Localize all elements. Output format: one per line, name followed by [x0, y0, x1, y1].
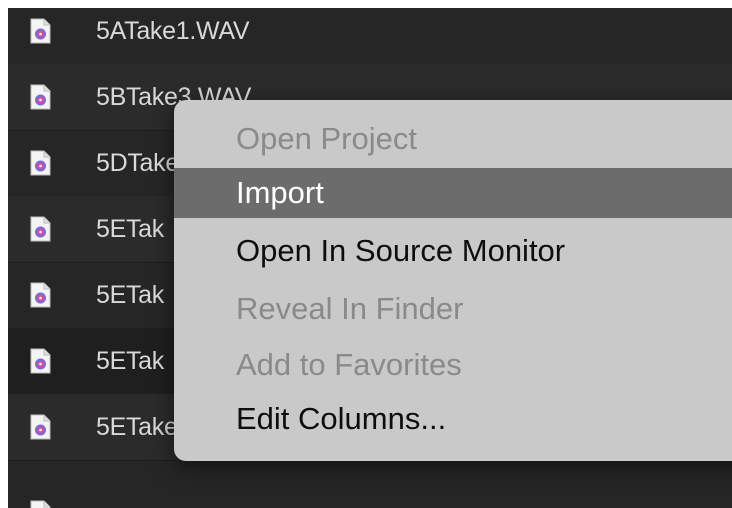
list-item[interactable]: 5ATake1.WAV — [8, 8, 732, 65]
menu-item-label: Open Project — [236, 121, 417, 156]
audio-file-icon — [30, 414, 51, 440]
file-name: 5ETak — [96, 214, 164, 243]
menu-item-add-to-favorites: Add to Favorites — [174, 340, 732, 390]
menu-item-import[interactable]: Import — [174, 168, 732, 218]
menu-item-open-project: Open Project — [174, 114, 732, 164]
file-name: 5ETak — [96, 346, 164, 375]
audio-file-icon — [30, 18, 51, 44]
audio-file-icon — [30, 348, 51, 374]
file-name: 5DTake — [96, 148, 179, 177]
audio-file-icon — [30, 500, 51, 508]
audio-file-icon — [30, 84, 51, 110]
menu-item-label: Edit Columns... — [236, 401, 447, 436]
context-menu: Open Project Import Open In Source Monit… — [174, 100, 732, 461]
screenshot-stage: 5ATake1.WAV 5BTake3.WAV 5DTake 5ETak 5ET… — [0, 0, 732, 508]
menu-item-label: Open In Source Monitor — [236, 233, 566, 268]
audio-file-icon — [30, 150, 51, 176]
audio-file-icon — [30, 282, 51, 308]
menu-item-label: Import — [236, 175, 324, 210]
menu-item-open-in-source-monitor[interactable]: Open In Source Monitor — [174, 226, 732, 276]
menu-item-label: Reveal In Finder — [236, 291, 464, 326]
file-name: 5ATake1.WAV — [96, 16, 250, 45]
menu-item-label: Add to Favorites — [236, 347, 462, 382]
audio-file-icon — [30, 216, 51, 242]
list-item[interactable] — [8, 460, 732, 508]
menu-item-reveal-in-finder: Reveal In Finder — [174, 284, 732, 334]
file-name: 5ETak — [96, 280, 164, 309]
menu-item-edit-columns[interactable]: Edit Columns... — [174, 394, 732, 444]
